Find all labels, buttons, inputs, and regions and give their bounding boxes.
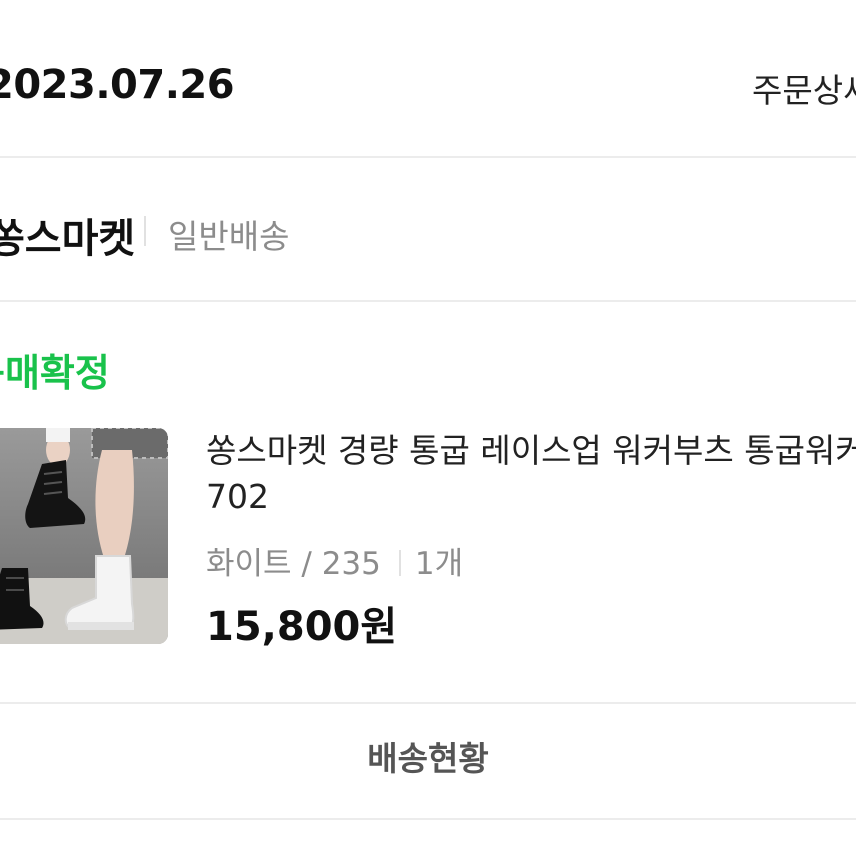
divider	[0, 156, 856, 158]
separator	[398, 550, 401, 576]
order-card: 2023.07.26 주문상세 쏭스마켓 일반배송 구매확정	[0, 0, 856, 856]
product-thumbnail[interactable]	[0, 428, 168, 644]
product-price: 15,800원	[206, 604, 398, 650]
divider	[0, 300, 856, 302]
product-option: 화이트 / 235	[206, 546, 381, 582]
product-option-line: 화이트 / 235 1개	[206, 538, 463, 583]
delivery-tracking-button[interactable]: 배송현황	[0, 706, 856, 816]
divider	[0, 818, 856, 820]
order-date: 2023.07.26	[0, 62, 235, 108]
divider	[0, 702, 856, 704]
product-quantity: 1개	[414, 546, 464, 582]
store-name[interactable]: 쏭스마켓	[0, 206, 135, 264]
separator	[144, 216, 146, 246]
product-title[interactable]: 쏭스마켓 경량 통굽 레이스업 워커부츠 통굽워커 2702	[206, 428, 856, 520]
order-detail-link[interactable]: 주문상세	[752, 64, 856, 112]
product-photo	[0, 428, 168, 644]
shipping-type: 일반배송	[168, 217, 290, 256]
order-status: 구매확정	[0, 351, 110, 395]
